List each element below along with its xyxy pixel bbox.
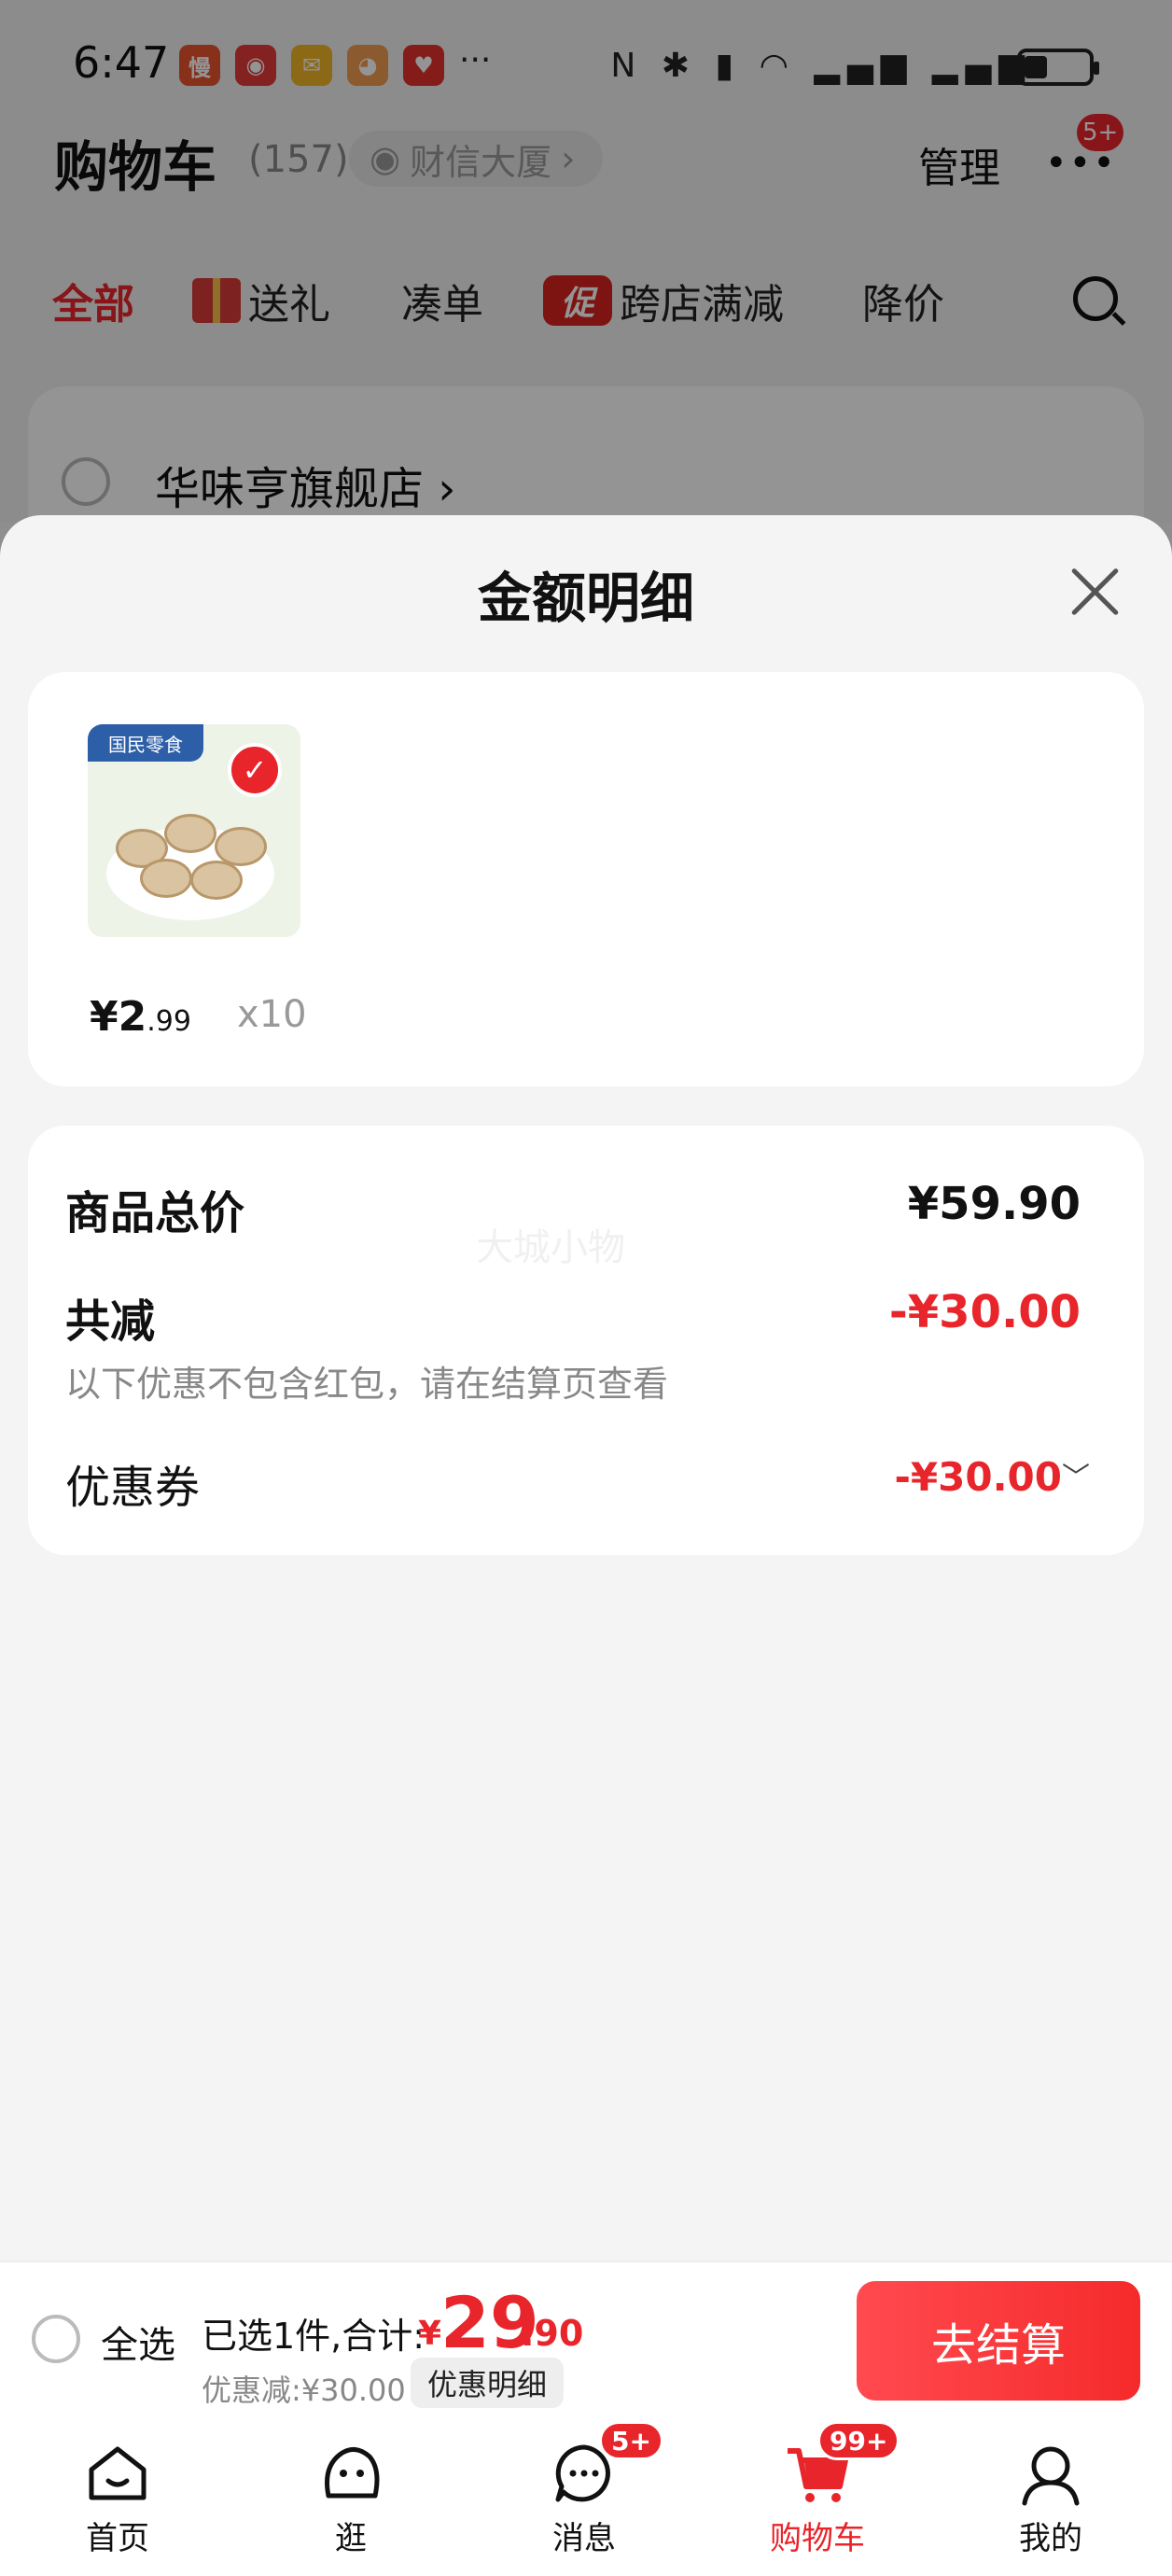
checkout-bar: 全选 已选1件,合计: ¥ 29 .90 优惠减:¥30.00 优惠明细 去结算 [0, 2261, 1172, 2415]
chevron-down-icon[interactable]: ﹀ [1062, 1454, 1090, 1495]
summary-card: 商品总价 ¥59.90 共减 -¥30.00 以下优惠不包含红包，请在结算页查看… [28, 1126, 1144, 1555]
tab-messages[interactable]: 消息 5+ [491, 2415, 677, 2576]
pistachio-image [140, 859, 192, 898]
pistachio-image [190, 861, 243, 900]
modal-overlay[interactable] [0, 0, 1172, 523]
home-icon [89, 2446, 146, 2500]
sheet-title: 金额明细 [477, 567, 694, 630]
pistachio-image [164, 814, 216, 853]
checkout-button[interactable]: 去结算 [857, 2281, 1140, 2401]
cart-badge: 99+ [817, 2421, 900, 2460]
close-icon[interactable] [1069, 566, 1122, 618]
tab-profile[interactable]: 我的 [957, 2415, 1144, 2576]
reduction-note: 以下优惠不包含红包，请在结算页查看 [65, 1364, 669, 1405]
watermark: 大城小物 [476, 1226, 625, 1269]
selected-check-icon: ✓ [228, 743, 282, 797]
discount-detail-button[interactable]: 优惠明细 [411, 2358, 565, 2408]
total-decimal: .90 [521, 2313, 584, 2354]
product-thumbnail[interactable]: 国民零食 ✓ [88, 724, 300, 937]
tab-label: 购物车 [770, 2520, 865, 2557]
items-card: 国民零食 ✓ ¥2.99 x10 [28, 672, 1144, 1086]
amount-detail-sheet: 金额明细 国民零食 ✓ ¥2.99 x10 商品总价 ¥59.90 共减 -¥3… [0, 515, 1172, 2262]
item-quantity: x10 [237, 993, 307, 1036]
reduction-label: 共减 [65, 1295, 156, 1348]
coupon-label: 优惠券 [65, 1462, 201, 1514]
tab-label: 逛 [335, 2520, 367, 2557]
price-dec: .99 [146, 1005, 191, 1038]
price-int: ¥2 [90, 993, 147, 1041]
tab-home[interactable]: 首页 [24, 2415, 211, 2576]
select-all-label[interactable]: 全选 [101, 2315, 175, 2369]
message-badge: 5+ [599, 2421, 663, 2460]
profile-icon [1022, 2446, 1080, 2506]
total-currency: ¥ [418, 2315, 442, 2353]
select-all-radio[interactable] [32, 2315, 80, 2363]
item-price: ¥2.99 [90, 993, 191, 1041]
coupon-value[interactable]: -¥30.00 [894, 1454, 1062, 1500]
tab-label: 消息 [552, 2520, 616, 2557]
tab-browse[interactable]: 逛 [258, 2415, 444, 2576]
browse-icon [325, 2447, 380, 2499]
total-label: 商品总价 [65, 1187, 245, 1239]
tab-cart[interactable]: 购物车 99+ [724, 2415, 911, 2576]
total-value: ¥59.90 [907, 1178, 1081, 1230]
tab-label: 我的 [1019, 2520, 1082, 2557]
selected-info: 已选1件,合计: [202, 2316, 426, 2357]
discount-info: 优惠减:¥30.00 [202, 2373, 406, 2408]
tab-label: 首页 [86, 2520, 149, 2557]
reduction-value: -¥30.00 [888, 1286, 1081, 1338]
brand-label: 国民零食 [88, 724, 203, 762]
bottom-tab-bar: 首页 逛 消息 5+ 购物车 99+ 我的 [0, 2415, 1172, 2576]
